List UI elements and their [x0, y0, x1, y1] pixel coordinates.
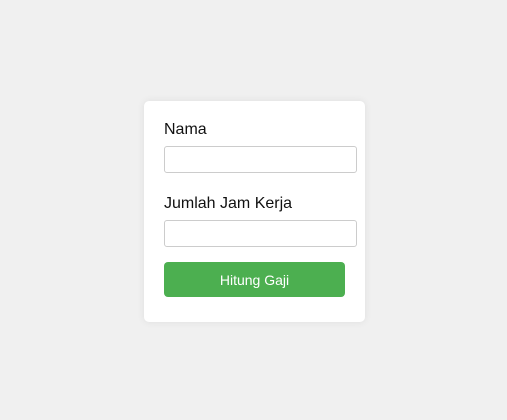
name-input[interactable] — [164, 146, 357, 173]
calculate-salary-button[interactable]: Hitung Gaji — [164, 262, 345, 297]
name-field-group: Nama — [164, 121, 357, 173]
salary-form-card: Nama Jumlah Jam Kerja Hitung Gaji — [144, 101, 365, 322]
hours-field-group: Jumlah Jam Kerja — [164, 195, 357, 247]
hours-label: Jumlah Jam Kerja — [164, 195, 293, 212]
name-label: Nama — [164, 121, 207, 138]
hours-input[interactable] — [164, 220, 357, 247]
